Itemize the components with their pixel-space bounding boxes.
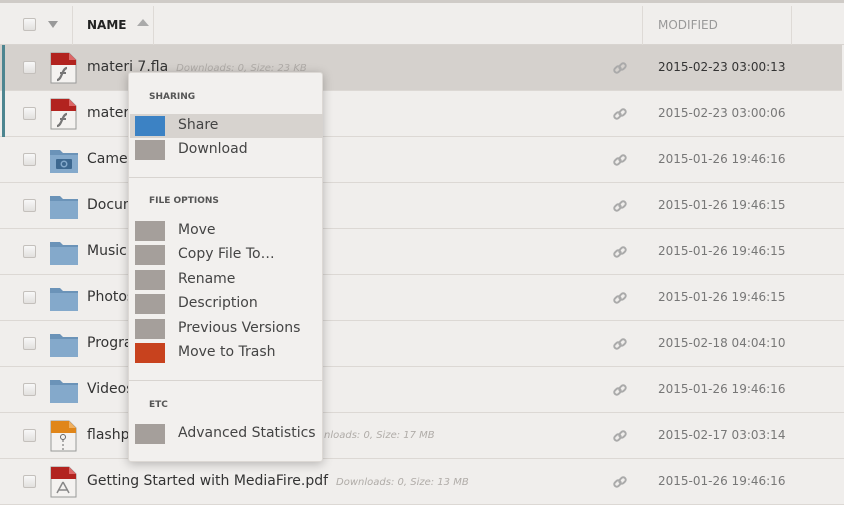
row-checkbox[interactable] — [23, 337, 36, 350]
folder-icon — [49, 328, 78, 360]
zip-file-icon — [49, 420, 77, 452]
share-link-icon[interactable] — [613, 290, 627, 304]
folder-icon — [49, 236, 78, 268]
row-checkbox[interactable] — [23, 291, 36, 304]
share-link-icon[interactable] — [613, 382, 627, 396]
share-link-icon[interactable] — [613, 198, 627, 212]
menu-item-icon — [135, 424, 165, 444]
file-name[interactable]: Getting Started with MediaFire.pdf Downlo… — [87, 473, 469, 489]
menu-item-icon — [135, 294, 165, 314]
share-link-icon[interactable] — [613, 106, 627, 120]
file-row[interactable]: Photos 2015-01-26 19:46:15 — [0, 275, 844, 321]
modified-date: 2015-02-18 04:04:10 — [658, 336, 786, 350]
folder-icon — [49, 190, 78, 222]
menu-heading-etc: ETC — [149, 400, 168, 410]
row-checkbox[interactable] — [23, 107, 36, 120]
menu-item-icon — [135, 319, 165, 339]
menu-item-share[interactable]: Share — [130, 114, 323, 138]
flash-file-icon — [49, 98, 77, 130]
modified-date: 2015-02-17 03:03:14 — [658, 428, 786, 442]
file-name[interactable]: Camer — [87, 151, 133, 167]
file-row[interactable]: Getting Started with MediaFire.pdf Downlo… — [0, 459, 844, 505]
row-checkbox[interactable] — [23, 383, 36, 396]
menu-item-description[interactable]: Description — [130, 292, 323, 316]
context-menu: SHARING Share Download Move Copy File To… Re… — [128, 72, 323, 462]
select-options-dropdown-icon[interactable] — [48, 21, 58, 28]
share-link-icon[interactable] — [613, 428, 627, 442]
file-meta: Downloads: 0, Size: 13 MB — [336, 477, 469, 488]
folder-icon — [49, 374, 78, 406]
menu-item-icon — [135, 270, 165, 290]
folder-icon — [49, 282, 78, 314]
file-name[interactable]: flashpl — [87, 427, 133, 443]
menu-item-copy-file-to[interactable]: Copy File To… — [130, 243, 323, 267]
menu-heading-file-options: FILE OPTIONS — [149, 196, 219, 206]
menu-item-icon — [135, 140, 165, 160]
modified-date: 2015-01-26 19:46:16 — [658, 474, 786, 488]
file-meta: nloads: 0, Size: 17 MB — [324, 430, 435, 441]
table-header: NAME MODIFIED — [0, 3, 844, 45]
file-name[interactable]: materi — [87, 105, 133, 121]
file-row[interactable]: flashpl nloads: 0, Size: 17 MB 2015-02-17 … — [0, 413, 844, 459]
modified-date: 2015-01-26 19:46:16 — [658, 382, 786, 396]
share-link-icon[interactable] — [613, 474, 627, 488]
file-name[interactable]: Music — [87, 243, 127, 259]
menu-heading-sharing: SHARING — [149, 92, 196, 102]
flash-file-icon — [49, 52, 77, 84]
pdf-file-icon — [49, 466, 77, 498]
modified-date: 2015-01-26 19:46:16 — [658, 152, 786, 166]
row-checkbox[interactable] — [23, 61, 36, 74]
menu-item-move[interactable]: Move — [130, 219, 323, 243]
file-row[interactable]: Docum 2015-01-26 19:46:15 — [0, 183, 844, 229]
menu-item-icon — [135, 116, 165, 136]
share-link-icon[interactable] — [613, 244, 627, 258]
menu-item-icon — [135, 245, 165, 265]
share-link-icon[interactable] — [613, 60, 627, 74]
file-row[interactable]: Music 2015-01-26 19:46:15 — [0, 229, 844, 275]
sort-ascending-icon[interactable] — [137, 19, 149, 26]
modified-date: 2015-01-26 19:46:15 — [658, 290, 786, 304]
menu-item-icon — [135, 343, 165, 363]
menu-item-advanced-statistics[interactable]: Advanced Statistics — [130, 422, 323, 446]
file-row[interactable]: Progra 2015-02-18 04:04:10 — [0, 321, 844, 367]
share-link-icon[interactable] — [613, 336, 627, 350]
file-name[interactable]: Videos — [87, 381, 134, 397]
file-row[interactable]: materi 2015-02-23 03:00:06 — [0, 91, 844, 137]
share-link-icon[interactable] — [613, 152, 627, 166]
menu-item-previous-versions[interactable]: Previous Versions — [130, 317, 323, 341]
row-checkbox[interactable] — [23, 199, 36, 212]
row-checkbox[interactable] — [23, 153, 36, 166]
column-header-name[interactable]: NAME — [87, 18, 126, 32]
menu-item-download[interactable]: Download — [130, 138, 323, 162]
file-row[interactable]: materi 7.fla Downloads: 0, Size: 23 KB 201… — [0, 45, 842, 91]
row-checkbox[interactable] — [23, 245, 36, 258]
file-row[interactable]: Camer 2015-01-26 19:46:16 — [0, 137, 844, 183]
camera-folder-icon — [49, 144, 78, 176]
menu-item-move-to-trash[interactable]: Move to Trash — [130, 341, 323, 365]
modified-date: 2015-02-23 03:00:06 — [658, 106, 786, 120]
row-checkbox[interactable] — [23, 429, 36, 442]
menu-item-icon — [135, 221, 165, 241]
modified-date: 2015-02-23 03:00:13 — [658, 60, 786, 74]
column-header-modified[interactable]: MODIFIED — [658, 18, 718, 32]
modified-date: 2015-01-26 19:46:15 — [658, 244, 786, 258]
row-marker — [2, 45, 5, 91]
menu-item-rename[interactable]: Rename — [130, 268, 323, 292]
row-marker — [2, 91, 5, 137]
row-checkbox[interactable] — [23, 475, 36, 488]
file-row[interactable]: Videos 2015-01-26 19:46:16 — [0, 367, 844, 413]
modified-date: 2015-01-26 19:46:15 — [658, 198, 786, 212]
file-name[interactable]: Progra — [87, 335, 132, 351]
select-all-checkbox[interactable] — [23, 18, 36, 31]
